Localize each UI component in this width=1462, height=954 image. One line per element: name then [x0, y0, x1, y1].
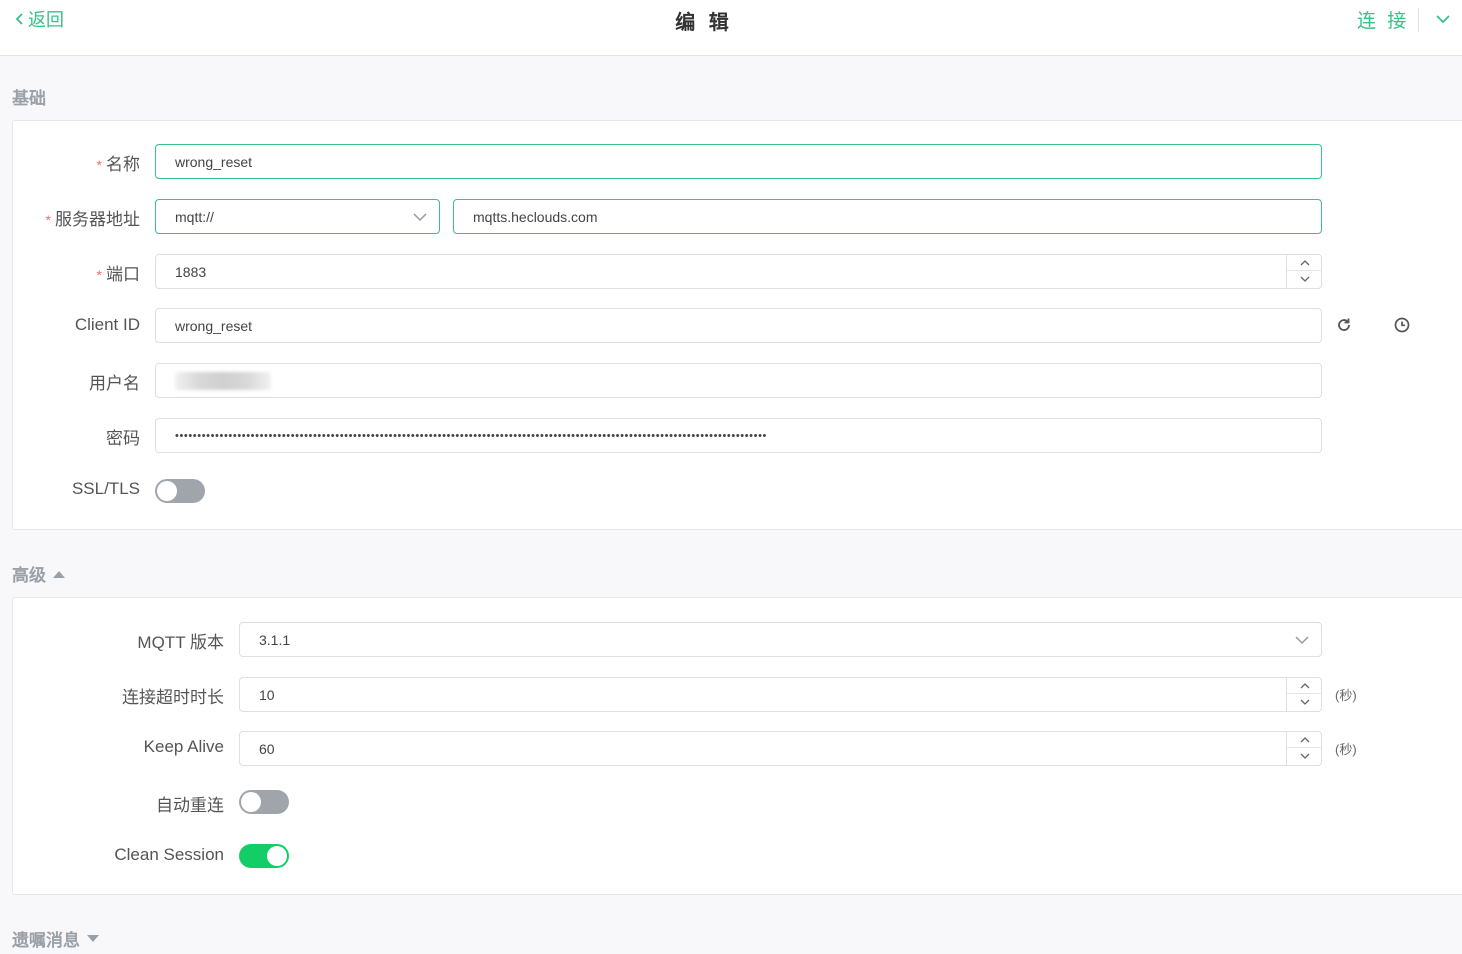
clean-session-toggle[interactable]	[239, 844, 289, 868]
ssl-label: SSL/TLS	[71, 479, 140, 498]
section-title-will: 遗嘱消息	[12, 926, 100, 951]
port-label: * 端口	[97, 260, 140, 285]
keepalive-stepper	[1286, 732, 1322, 765]
mqtt-version-value: 3.1.1	[259, 631, 291, 648]
increment-button[interactable]	[1287, 732, 1322, 748]
password-input[interactable]: ••••••••••••••••••••••••••••••••••••••••…	[155, 418, 1322, 453]
name-input[interactable]: wrong_reset	[155, 144, 1322, 179]
port-stepper	[1286, 255, 1322, 288]
name-value: wrong_reset	[175, 153, 253, 170]
server-label-text: 服务器地址	[55, 210, 140, 229]
section-title-basic-text: 基础	[12, 89, 46, 108]
mqtt-version-label: MQTT 版本	[137, 633, 224, 652]
clean-session-label: Clean Session	[114, 845, 224, 864]
refresh-icon[interactable]	[1335, 316, 1353, 334]
mqtt-version-select[interactable]: 3.1.1	[239, 622, 1322, 657]
keepalive-label: Keep Alive	[143, 737, 224, 756]
ssl-toggle[interactable]	[155, 479, 205, 503]
auto-reconnect-toggle[interactable]	[239, 790, 289, 814]
username-label: 用户名	[89, 374, 140, 393]
auto-reconnect-label: 自动重连	[156, 796, 224, 815]
toggle-knob	[241, 792, 261, 812]
password-label: 密码	[106, 429, 140, 448]
chevron-up-icon	[1300, 259, 1309, 265]
client-id-value: wrong_reset	[175, 317, 253, 334]
redacted-username	[175, 371, 271, 390]
timeout-unit: (秒)	[1335, 688, 1357, 703]
host-value: mqtts.heclouds.com	[473, 208, 598, 225]
chevron-up-icon	[1300, 736, 1309, 742]
chevron-down-icon	[1300, 699, 1309, 705]
port-value: 1883	[175, 263, 207, 280]
protocol-select[interactable]: mqtt://	[155, 199, 440, 234]
name-label: * 名称	[97, 150, 140, 175]
toggle-knob	[267, 846, 287, 866]
page-header: 返回 编 辑 连 接	[0, 0, 1462, 56]
chevron-down-icon	[1295, 636, 1309, 645]
chevron-down-icon[interactable]	[1434, 10, 1452, 28]
timeout-value: 10	[259, 686, 275, 703]
increment-button[interactable]	[1287, 678, 1322, 694]
increment-button[interactable]	[1287, 255, 1322, 271]
keepalive-value: 60	[259, 740, 275, 757]
chevron-down-icon	[1300, 276, 1309, 282]
timeout-stepper	[1286, 678, 1322, 711]
required-mark: *	[45, 212, 51, 228]
name-label-text: 名称	[106, 155, 140, 174]
required-mark: *	[96, 267, 102, 283]
section-title-basic: 基础	[12, 84, 46, 109]
server-label: * 服务器地址	[46, 205, 140, 230]
section-title-advanced-text: 高级	[12, 566, 46, 585]
section-title-will-text: 遗嘱消息	[12, 931, 80, 950]
caret-down-icon[interactable]	[86, 934, 100, 944]
keepalive-input[interactable]: 60	[239, 731, 1322, 766]
section-title-advanced: 高级	[12, 561, 66, 586]
connect-button[interactable]: 连 接	[1357, 6, 1409, 33]
password-value: ••••••••••••••••••••••••••••••••••••••••…	[175, 429, 767, 442]
page-title: 编 辑	[675, 12, 733, 34]
chevron-down-icon	[413, 213, 427, 222]
timeout-input[interactable]: 10	[239, 677, 1322, 712]
client-id-input[interactable]: wrong_reset	[155, 308, 1322, 343]
header-divider	[1418, 8, 1419, 32]
decrement-button[interactable]	[1287, 748, 1322, 764]
toggle-knob	[157, 481, 177, 501]
keepalive-unit: (秒)	[1335, 742, 1357, 757]
port-input[interactable]: 1883	[155, 254, 1322, 289]
username-input[interactable]	[155, 363, 1322, 398]
protocol-value: mqtt://	[175, 208, 214, 225]
required-mark: *	[96, 157, 102, 173]
client-id-label: Client ID	[74, 315, 140, 334]
chevron-up-icon	[1300, 682, 1309, 688]
host-input[interactable]: mqtts.heclouds.com	[453, 199, 1322, 234]
caret-up-icon[interactable]	[52, 569, 66, 579]
timeout-label: 连接超时时长	[122, 688, 224, 707]
port-label-text: 端口	[106, 265, 140, 284]
decrement-button[interactable]	[1287, 694, 1322, 710]
chevron-down-icon	[1300, 753, 1309, 759]
clock-icon[interactable]	[1393, 316, 1411, 334]
decrement-button[interactable]	[1287, 271, 1322, 287]
